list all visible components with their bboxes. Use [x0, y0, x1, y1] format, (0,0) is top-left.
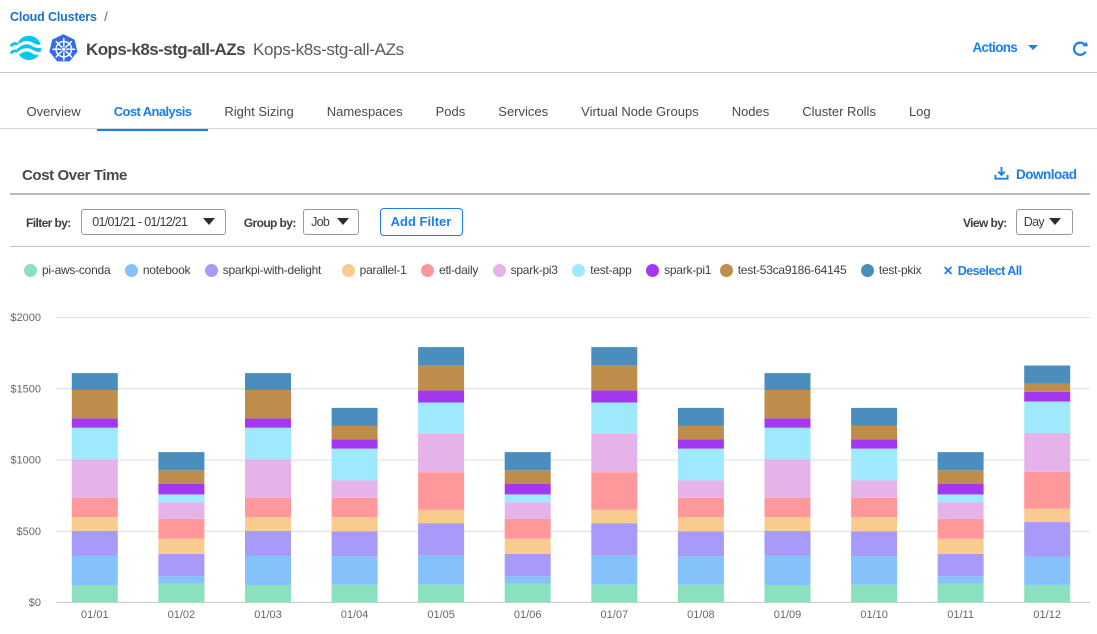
svg-text:$0: $0 — [29, 597, 41, 609]
svg-text:$1000: $1000 — [10, 455, 41, 467]
svg-text:$2000: $2000 — [10, 312, 41, 324]
svg-text:01/06: 01/06 — [514, 609, 542, 621]
svg-text:01/02: 01/02 — [168, 609, 196, 621]
svg-text:01/08: 01/08 — [687, 609, 715, 621]
svg-text:01/04: 01/04 — [341, 609, 369, 621]
svg-text:01/12: 01/12 — [1033, 609, 1061, 621]
svg-text:$500: $500 — [17, 526, 41, 538]
svg-text:01/03: 01/03 — [254, 609, 282, 621]
svg-text:01/07: 01/07 — [601, 609, 629, 621]
svg-text:01/10: 01/10 — [860, 609, 888, 621]
svg-text:01/01: 01/01 — [81, 609, 109, 621]
svg-text:$1500: $1500 — [10, 383, 41, 395]
svg-text:01/05: 01/05 — [427, 609, 455, 621]
svg-text:01/09: 01/09 — [774, 609, 802, 621]
svg-text:01/11: 01/11 — [947, 609, 974, 621]
